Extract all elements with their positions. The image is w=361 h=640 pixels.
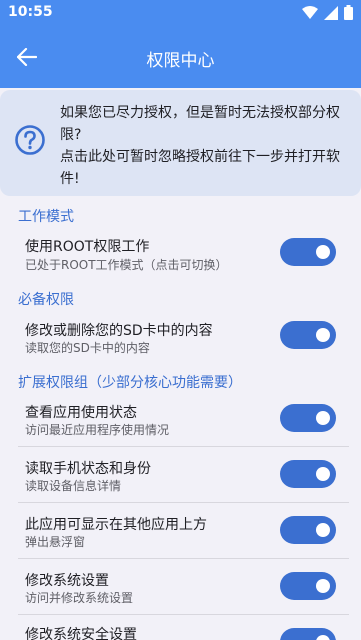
skip-permission-notice[interactable]: 如果您已尽力授权，但是暂时无法授权部分权限? 点击此处可暂时忽略授权前往下一步并… (0, 90, 361, 196)
sd-card-toggle[interactable] (280, 321, 336, 349)
section-title-required: 必备权限 (18, 292, 74, 308)
page-title: 权限中心 (146, 51, 215, 71)
row-divider (18, 614, 349, 615)
status-bar: 10:55 (0, 0, 361, 26)
status-icons (302, 5, 353, 20)
row-phone-state[interactable]: 读取手机状态和身份 读取设备信息详情 (0, 451, 361, 501)
signal-icon (324, 5, 338, 20)
row-root-mode[interactable]: 使用ROOT权限工作 已处于ROOT工作模式（点击可切换） (0, 228, 361, 284)
row-title: 修改或删除您的SD卡中的内容 (25, 323, 213, 339)
section-title-work-mode: 工作模式 (18, 209, 74, 225)
app-bar: 权限中心 (0, 26, 361, 88)
wifi-icon (302, 5, 318, 19)
usage-stats-toggle[interactable] (280, 404, 336, 432)
row-divider (18, 502, 349, 503)
secure-settings-toggle[interactable] (280, 628, 336, 640)
row-usage-stats[interactable]: 查看应用使用状态 访问最近应用程序使用情况 (0, 395, 361, 445)
toggle-knob (316, 328, 330, 342)
row-secure-settings[interactable]: 修改系统安全设置 (0, 619, 361, 640)
status-time: 10:55 (8, 4, 53, 20)
row-subtitle: 访问最近应用程序使用情况 (25, 423, 170, 437)
row-title: 查看应用使用状态 (25, 405, 137, 421)
row-subtitle: 读取设备信息详情 (25, 479, 122, 493)
toggle-knob (316, 523, 330, 537)
row-subtitle: 弹出悬浮窗 (25, 535, 86, 549)
row-title: 修改系统设置 (25, 573, 109, 589)
toggle-knob (316, 245, 330, 259)
row-sd-card[interactable]: 修改或删除您的SD卡中的内容 读取您的SD卡中的内容 (0, 312, 361, 368)
toggle-knob (316, 635, 330, 640)
row-title: 读取手机状态和身份 (25, 461, 151, 477)
toggle-knob (316, 579, 330, 593)
row-divider (18, 558, 349, 559)
row-title: 修改系统安全设置 (25, 627, 137, 640)
row-title: 此应用可显示在其他应用上方 (25, 517, 207, 533)
toggle-knob (316, 411, 330, 425)
row-title: 使用ROOT权限工作 (25, 239, 150, 255)
overlay-toggle[interactable] (280, 516, 336, 544)
row-subtitle: 已处于ROOT工作模式（点击可切换） (25, 258, 228, 272)
toggle-knob (316, 467, 330, 481)
help-circle-icon (15, 125, 45, 155)
notice-line-2: 点击此处可暂时忽略授权前往下一步并打开软件! (60, 149, 340, 187)
row-subtitle: 读取您的SD卡中的内容 (25, 341, 150, 355)
write-settings-toggle[interactable] (280, 572, 336, 600)
battery-icon (344, 5, 353, 20)
notice-line-1: 如果您已尽力授权，但是暂时无法授权部分权限? (60, 105, 340, 143)
row-overlay[interactable]: 此应用可显示在其他应用上方 弹出悬浮窗 (0, 507, 361, 557)
phone-state-toggle[interactable] (280, 460, 336, 488)
row-subtitle: 访问并修改系统设置 (25, 591, 134, 605)
root-mode-toggle[interactable] (280, 238, 336, 266)
notice-text: 如果您已尽力授权，但是暂时无法授权部分权限? 点击此处可暂时忽略授权前往下一步并… (60, 102, 352, 190)
header: 10:55 权限中心 (0, 0, 361, 88)
row-divider (18, 446, 349, 447)
row-write-settings[interactable]: 修改系统设置 访问并修改系统设置 (0, 563, 361, 613)
section-title-extended: 扩展权限组（少部分核心功能需要） (18, 375, 242, 391)
